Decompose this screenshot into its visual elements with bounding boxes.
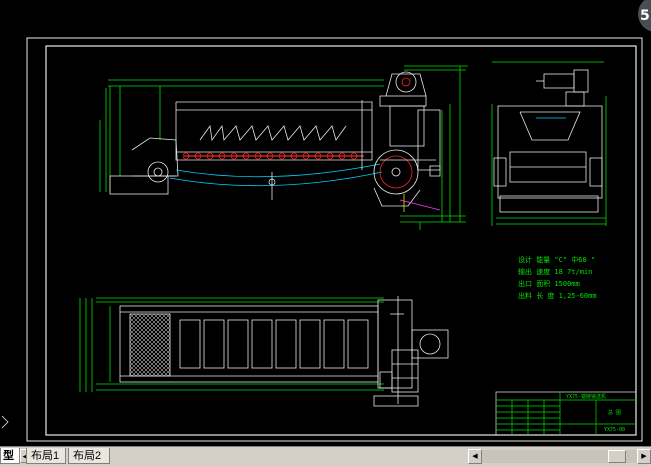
spec-line-1: 设计 能量 "C" 中60 " <box>518 255 595 264</box>
outer-frame <box>26 37 643 442</box>
spec-notes: 设计 能量 "C" 中60 " 输出 速度 18 7t/min 出口 面积 15… <box>518 255 597 300</box>
spec-line-4: 出料 长 度 1,25-60mm <box>518 291 597 300</box>
title-block-code: YX75-00 <box>604 427 625 433</box>
side-elevation-view <box>491 61 607 226</box>
spec-line-2: 输出 速度 18 7t/min <box>518 267 592 276</box>
tab-layout2[interactable]: 布局2 <box>68 448 110 464</box>
title-block: YX75-锚链输送机 总 图 YX75-00 <box>495 391 637 436</box>
front-elevation-view <box>99 65 468 230</box>
scroll-left-icon[interactable]: ◀ <box>468 449 482 464</box>
title-block-name: YX75-锚链输送机 <box>566 393 606 400</box>
title-block-mark: 总 图 <box>608 409 621 416</box>
tab-model[interactable]: 型 <box>0 448 20 464</box>
layout-tab-bar: 型 ◀ 布局1 布局2 ◀ ▶ <box>0 446 651 466</box>
horizontal-scrollbar[interactable]: ◀ ▶ <box>468 449 651 464</box>
spec-line-3: 出口 面积 1500mm <box>518 279 580 288</box>
inner-frame <box>45 45 637 436</box>
scroll-right-icon[interactable]: ▶ <box>637 449 651 464</box>
drawing-canvas[interactable]: 设计 能量 "C" 中60 " 输出 速度 18 7t/min 出口 面积 15… <box>0 0 651 446</box>
corner-badge-label: 5 <box>640 8 650 24</box>
tab-layout1[interactable]: 布局1 <box>26 448 66 464</box>
corner-badge: 5 <box>638 0 651 32</box>
ucs-marker <box>1 415 9 429</box>
scroll-thumb[interactable] <box>608 450 626 463</box>
scroll-track[interactable] <box>482 450 637 463</box>
cad-drawing: 设计 能量 "C" 中60 " 输出 速度 18 7t/min 出口 面积 15… <box>1 37 643 442</box>
plan-view <box>79 296 449 407</box>
